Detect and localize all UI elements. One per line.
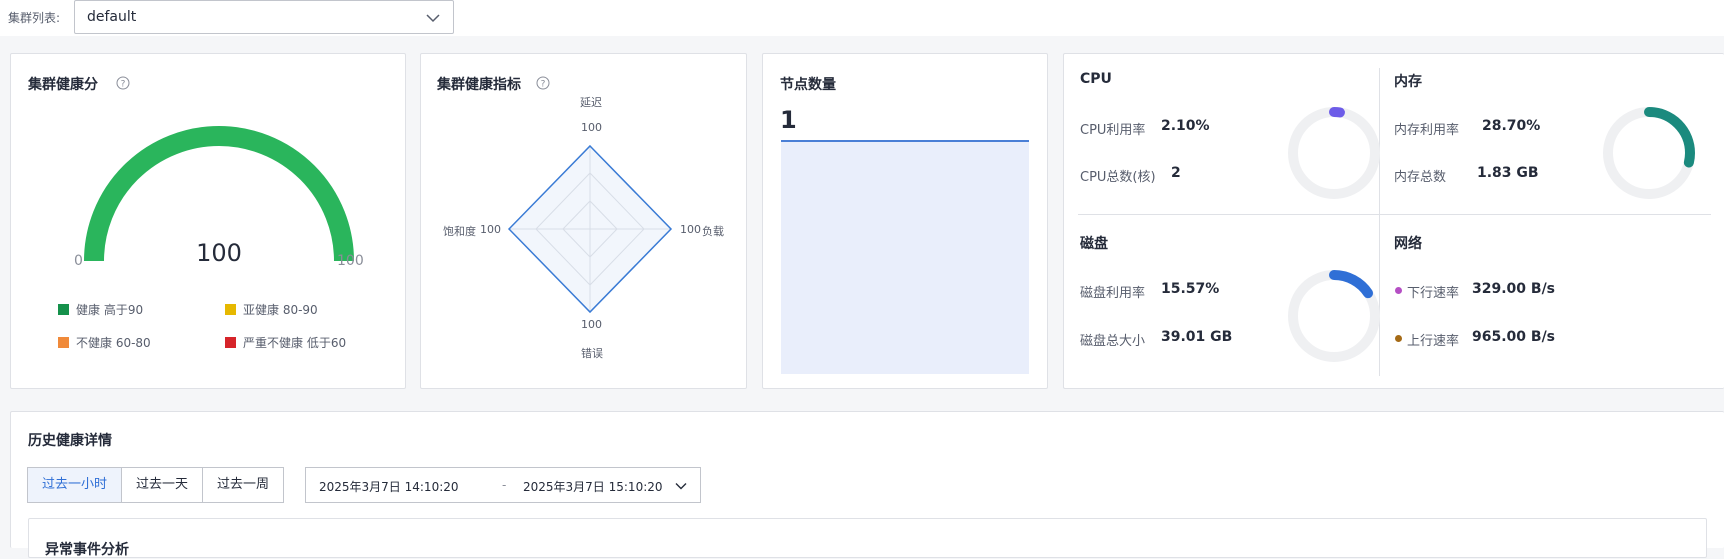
- resources-horizontal-divider: [1078, 214, 1711, 215]
- radar-value-saturation: 100: [480, 223, 501, 236]
- legend-critical: 严重不健康 低于60: [225, 334, 346, 351]
- radar-value-load: 100: [680, 223, 701, 236]
- resources-card: CPU CPU利用率 2.10% CPU总数(核) 2 内存 内存利用率 28.…: [1063, 53, 1724, 389]
- cpu-usage-value: 2.10%: [1161, 118, 1210, 134]
- radar-axis-saturation: 饱和度: [443, 225, 476, 238]
- time-range-tabs: 过去一小时 过去一天 过去一周: [27, 467, 285, 503]
- history-title: 历史健康详情: [28, 433, 112, 449]
- disk-usage-label: 磁盘利用率: [1080, 286, 1146, 301]
- disk-usage-value: 15.57%: [1161, 281, 1220, 297]
- node-count-title: 节点数量: [780, 77, 836, 93]
- download-rate-label: 下行速率: [1407, 286, 1460, 301]
- chevron-down-icon: [675, 483, 687, 490]
- node-count-value: 1: [780, 106, 797, 134]
- download-dot: [1395, 287, 1402, 294]
- radar-value-latency: 100: [581, 121, 602, 134]
- cluster-list-label: 集群列表:: [8, 11, 61, 25]
- upload-dot: [1395, 335, 1402, 342]
- date-range-separator: -: [502, 478, 507, 492]
- disk-title: 磁盘: [1080, 236, 1108, 252]
- memory-total-value: 1.83 GB: [1477, 165, 1539, 181]
- cpu-cores-value: 2: [1171, 165, 1181, 181]
- chevron-down-icon: [426, 14, 440, 23]
- memory-title: 内存: [1394, 74, 1422, 90]
- disk-total-value: 39.01 GB: [1161, 329, 1233, 345]
- legend-sub-healthy: 亚健康 80-90: [225, 301, 318, 318]
- tab-last-week[interactable]: 过去一周: [202, 467, 285, 503]
- tab-last-hour[interactable]: 过去一小时: [27, 467, 123, 503]
- radar-axis-error: 错误: [581, 347, 603, 360]
- gauge-min-label: 0: [74, 253, 83, 269]
- date-range-picker[interactable]: 2025年3月7日 14:10:20 - 2025年3月7日 15:10:20: [305, 467, 701, 503]
- health-score-card: 集群健康分 ? 100 0 100 健康 高于90 亚健康 80-90 不健康 …: [10, 53, 406, 389]
- cpu-usage-label: CPU利用率: [1080, 123, 1146, 138]
- cluster-filter-bar: 集群列表: default: [0, 0, 1724, 36]
- upload-rate-value: 965.00 B/s: [1472, 329, 1556, 345]
- node-count-area: [781, 140, 1029, 374]
- cluster-select-value: default: [87, 9, 137, 25]
- anomaly-analysis-card: 异常事件分析: [28, 518, 1707, 558]
- memory-total-label: 内存总数: [1394, 170, 1447, 185]
- health-metrics-card: 集群健康指标 ? 延迟 100 100 负载 100 错误 饱和度 100: [420, 53, 747, 389]
- network-title: 网络: [1394, 236, 1422, 252]
- gauge-max-label: 100: [337, 253, 364, 269]
- cpu-title: CPU: [1080, 71, 1112, 87]
- upload-rate-label: 上行速率: [1407, 334, 1460, 349]
- memory-usage-ring: [1603, 107, 1695, 199]
- memory-usage-label: 内存利用率: [1394, 123, 1460, 138]
- date-range-end: 2025年3月7日 15:10:20: [523, 480, 663, 494]
- legend-unhealthy: 不健康 60-80: [58, 334, 151, 351]
- radar-area: [507, 144, 673, 314]
- radar-axis-load: 负载: [702, 225, 724, 238]
- cluster-select[interactable]: default: [74, 0, 454, 34]
- cpu-cores-label: CPU总数(核): [1080, 170, 1156, 185]
- tab-last-day[interactable]: 过去一天: [121, 467, 204, 503]
- download-rate-value: 329.00 B/s: [1472, 281, 1556, 297]
- cpu-usage-ring: [1288, 107, 1380, 199]
- disk-total-label: 磁盘总大小: [1080, 334, 1146, 349]
- anomaly-analysis-title: 异常事件分析: [45, 542, 129, 558]
- memory-usage-value: 28.70%: [1482, 118, 1541, 134]
- legend-healthy: 健康 高于90: [58, 301, 143, 318]
- node-count-card: 节点数量 1: [762, 53, 1048, 389]
- radar-value-error: 100: [581, 318, 602, 331]
- radar-axis-latency: 延迟: [580, 96, 602, 109]
- gauge-value: 100: [196, 239, 242, 267]
- disk-usage-ring: [1288, 270, 1380, 362]
- date-range-start: 2025年3月7日 14:10:20: [319, 480, 459, 494]
